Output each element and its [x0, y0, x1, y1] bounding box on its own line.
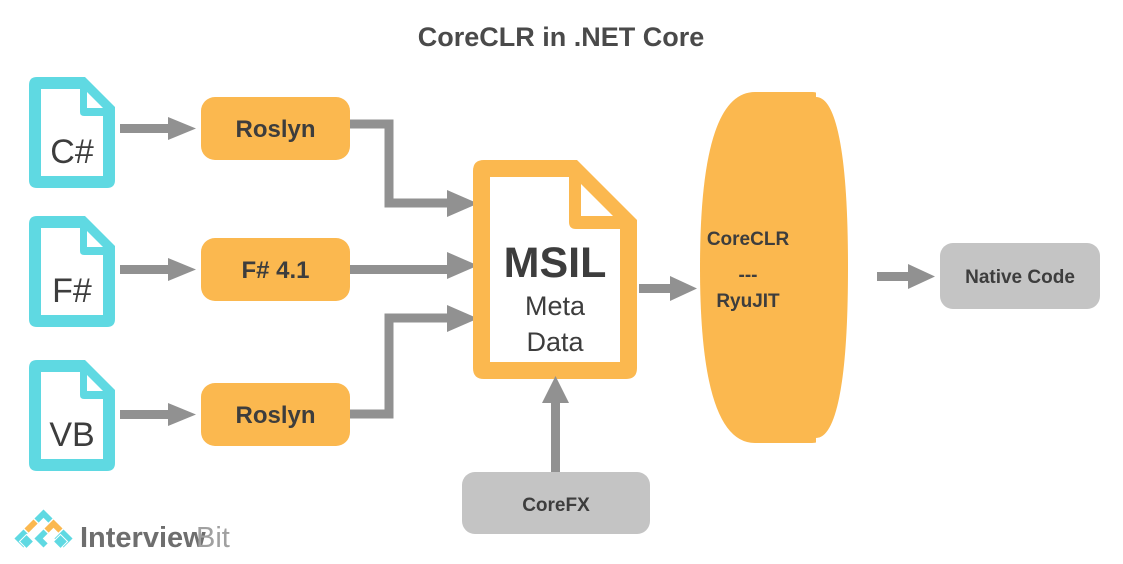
- diagram-canvas: CoreCLR in .NET Core C# F# VB Roslyn F# …: [0, 0, 1123, 564]
- coreclr-label: CoreCLR: [707, 229, 790, 250]
- logo-name-bit: Bit: [196, 522, 230, 554]
- arrow-vb-to-roslyn: [120, 403, 196, 426]
- msil-meta: Meta: [525, 291, 586, 321]
- native-code-label: Native Code: [965, 267, 1075, 288]
- compiler-box-roslyn-vb[interactable]: Roslyn: [201, 383, 350, 446]
- arrow-head-icon: [168, 117, 196, 140]
- msil-data: Data: [526, 327, 584, 357]
- coreclr-cylinder: CoreCLR --- RyuJIT: [700, 91, 855, 444]
- source-file-vb: VB: [29, 360, 115, 471]
- cylinder-body: [700, 92, 852, 443]
- coreclr-divider: ---: [739, 265, 758, 286]
- ryujit-label: RyuJIT: [716, 291, 780, 312]
- arrow-head-icon: [670, 276, 697, 301]
- corefx-label: CoreFX: [522, 495, 590, 516]
- msil-document: MSIL Meta Data: [473, 160, 637, 379]
- compiler-label: F# 4.1: [241, 257, 309, 284]
- interviewbit-logo[interactable]: Interview Bit: [12, 507, 230, 554]
- msil-title: MSIL: [504, 239, 607, 287]
- arrow-head-icon: [542, 376, 569, 403]
- page-title: CoreCLR in .NET Core: [418, 22, 705, 52]
- diamond-grid-icon: [12, 507, 75, 550]
- arrow-corefx-to-msil: [542, 376, 569, 474]
- connector-roslyn-csharp-to-msil: [350, 119, 478, 217]
- corefx-box[interactable]: CoreFX: [462, 472, 650, 534]
- arrow-head-icon: [908, 264, 935, 289]
- compiler-label: Roslyn: [235, 116, 315, 143]
- connector-fsharp-to-msil: [350, 252, 478, 279]
- arrow-head-icon: [168, 258, 196, 281]
- source-label-fsharp: F#: [52, 272, 92, 310]
- arrow-coreclr-to-native: [877, 264, 935, 289]
- compiler-box-roslyn-csharp[interactable]: Roslyn: [201, 97, 350, 160]
- compiler-label: Roslyn: [235, 402, 315, 429]
- connector-roslyn-vb-to-msil: [350, 305, 478, 419]
- source-label-vb: VB: [49, 416, 94, 454]
- source-label-csharp: C#: [50, 133, 94, 171]
- arrow-head-icon: [168, 403, 196, 426]
- arrow-csharp-to-roslyn: [120, 117, 196, 140]
- arrow-fsharp-to-compiler: [120, 258, 196, 281]
- source-file-csharp: C#: [29, 77, 115, 188]
- source-file-fsharp: F#: [29, 216, 115, 327]
- native-code-box[interactable]: Native Code: [940, 243, 1100, 309]
- compiler-box-fsharp[interactable]: F# 4.1: [201, 238, 350, 301]
- logo-name-interview: Interview: [80, 522, 206, 554]
- arrow-msil-to-coreclr: [639, 276, 697, 301]
